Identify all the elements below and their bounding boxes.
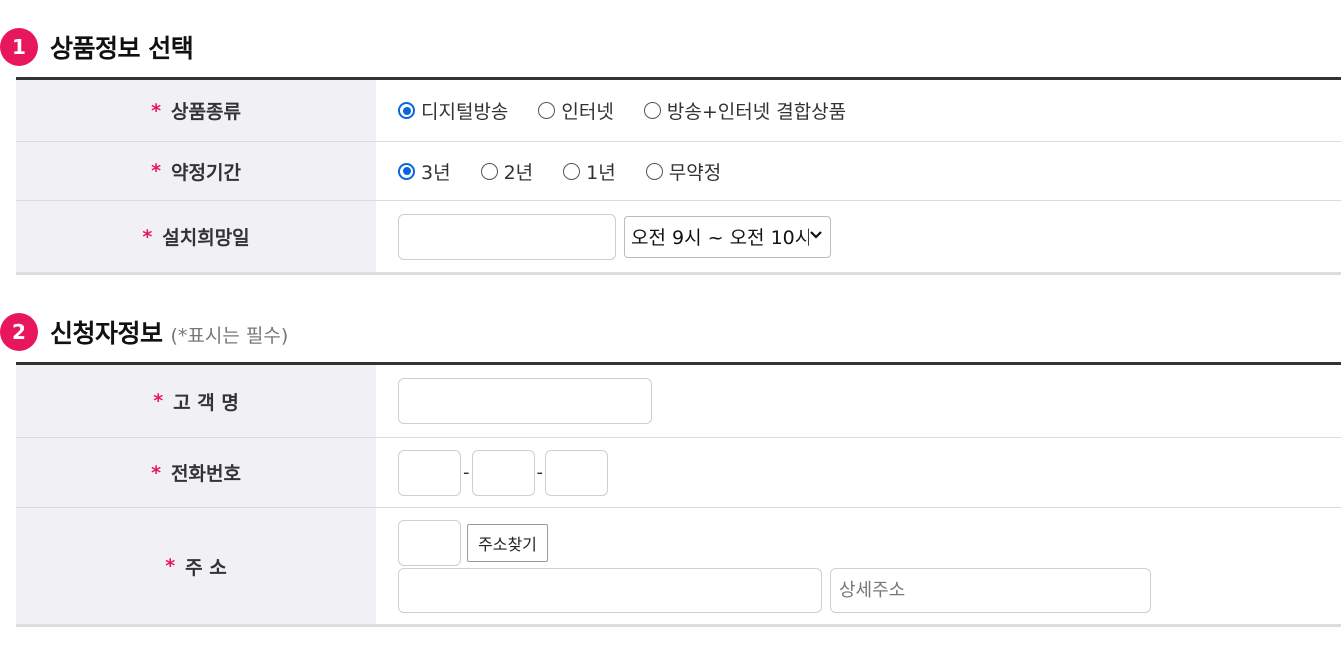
phone-fields: - - xyxy=(376,438,1341,507)
row-address: * 주 소 주소찾기 xyxy=(16,508,1341,624)
radio-unchecked-icon xyxy=(643,102,661,119)
product-type-label: * 상품종류 xyxy=(16,80,376,141)
install-date-label: * 설치희망일 xyxy=(16,201,376,272)
product-type-radio-2[interactable]: 방송+인터넷 결합상품 xyxy=(643,97,847,124)
phone-label: * 전화번호 xyxy=(16,438,376,507)
required-mark: * xyxy=(151,160,161,182)
section-product-heading: 1 상품정보 선택 xyxy=(0,27,194,67)
step-badge-2: 2 xyxy=(0,313,38,351)
radio-checked-icon xyxy=(398,162,415,180)
customer-name-field xyxy=(376,365,1341,437)
address-search-button[interactable]: 주소찾기 xyxy=(467,523,548,562)
step-badge-1: 1 xyxy=(0,28,38,66)
install-date-input[interactable] xyxy=(398,213,616,260)
radio-unchecked-icon xyxy=(645,162,663,180)
install-time-value: 오전 9시 ~ 오전 10시 xyxy=(631,227,809,249)
phone-part2-input[interactable] xyxy=(471,449,535,496)
product-type-radio-label: 디지털방송 xyxy=(421,101,509,123)
required-mark: * xyxy=(153,390,164,412)
phone-separator: - xyxy=(536,462,544,483)
row-product-type: * 상품종류 디지털방송 인터넷 방송+인터넷 결합상품 xyxy=(16,80,1341,142)
phone-separator: - xyxy=(463,462,470,483)
customer-name-label: * 고 객 명 xyxy=(16,365,376,437)
address-fields: 주소찾기 xyxy=(376,508,1341,624)
required-mark: * xyxy=(151,461,161,484)
contract-period-radio-2[interactable]: 1년 xyxy=(563,158,616,185)
install-time-select[interactable]: 오전 9시 ~ 오전 10시 xyxy=(624,215,831,258)
required-note: (*표시는 필수) xyxy=(170,325,289,347)
row-contract-period: * 약정기간 3년 2년 1년 무약정 xyxy=(16,142,1341,201)
address-detail-input[interactable] xyxy=(830,567,1151,613)
phone-part1-input[interactable] xyxy=(398,449,461,496)
section-applicant-heading: 2 신청자정보 (*표시는 필수) xyxy=(0,312,288,352)
product-type-radio-1[interactable]: 인터넷 xyxy=(538,97,614,124)
radio-unchecked-icon xyxy=(538,102,556,119)
contract-period-radio-label: 3년 xyxy=(421,161,451,184)
phone-part3-input[interactable] xyxy=(545,449,608,496)
contract-period-radio-0[interactable]: 3년 xyxy=(398,158,451,185)
contract-period-options: 3년 2년 1년 무약정 xyxy=(376,142,1341,200)
address-input[interactable] xyxy=(398,567,822,613)
radio-unchecked-icon xyxy=(480,162,498,180)
required-mark: * xyxy=(142,225,153,248)
product-type-options: 디지털방송 인터넷 방송+인터넷 결합상품 xyxy=(376,80,1341,141)
chevron-down-icon xyxy=(810,230,822,239)
contract-period-radio-label: 무약정 xyxy=(668,161,722,184)
zipcode-line: 주소찾기 xyxy=(398,519,548,566)
section-title: 신청자정보 xyxy=(50,319,163,348)
zipcode-input[interactable] xyxy=(398,519,461,566)
product-type-radio-label: 방송+인터넷 결합상품 xyxy=(666,101,847,123)
row-customer-name: * 고 객 명 xyxy=(16,365,1341,438)
address-label: * 주 소 xyxy=(16,508,376,624)
install-date-fields: 오전 9시 ~ 오전 10시 xyxy=(376,201,1341,272)
applicant-info-table: * 고 객 명 * 전화번호 - - * 주 소 주소찾기 xyxy=(16,362,1341,627)
product-type-radio-0[interactable]: 디지털방송 xyxy=(398,97,508,124)
product-type-radio-label: 인터넷 xyxy=(561,101,614,123)
section-title: 상품정보 선택 xyxy=(50,34,194,63)
customer-name-input[interactable] xyxy=(398,378,652,424)
radio-unchecked-icon xyxy=(563,162,581,180)
contract-period-radio-label: 1년 xyxy=(586,161,616,184)
row-install-date: * 설치희망일 오전 9시 ~ 오전 10시 xyxy=(16,201,1341,272)
address-line xyxy=(398,567,1151,613)
contract-period-label: * 약정기간 xyxy=(16,142,376,200)
row-phone: * 전화번호 - - xyxy=(16,438,1341,508)
product-info-table: * 상품종류 디지털방송 인터넷 방송+인터넷 결합상품 * 약정기간 3년 2년 1년… xyxy=(16,77,1341,275)
required-mark: * xyxy=(165,555,176,577)
contract-period-radio-label: 2년 xyxy=(503,161,534,184)
contract-period-radio-1[interactable]: 2년 xyxy=(480,158,534,185)
contract-period-radio-3[interactable]: 무약정 xyxy=(645,158,722,185)
radio-checked-icon xyxy=(398,102,415,119)
required-mark: * xyxy=(151,99,161,122)
